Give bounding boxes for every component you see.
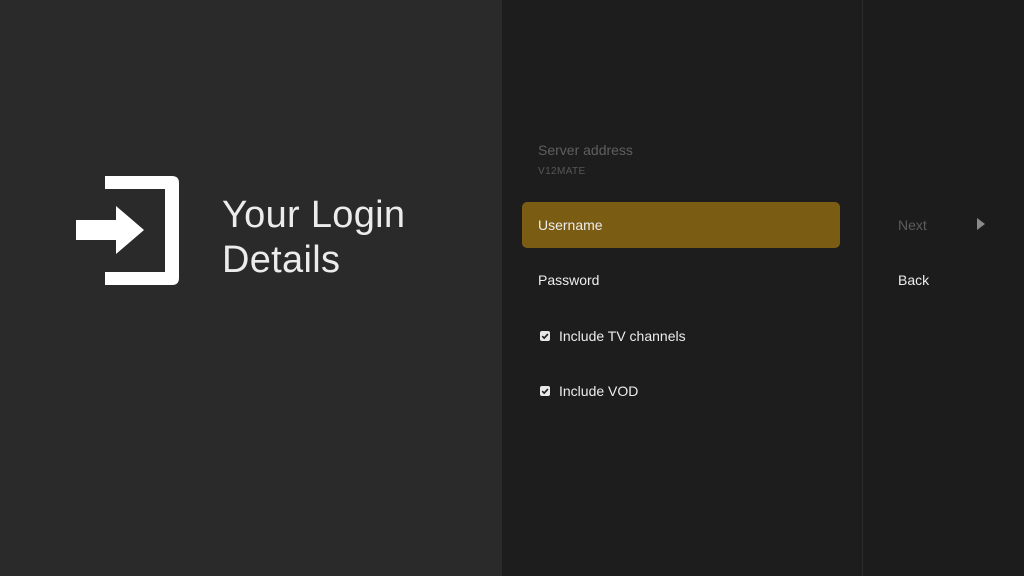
page-title: Your Login Details	[222, 193, 405, 283]
title-panel: Your Login Details	[0, 0, 502, 576]
include-vod-checkbox-row[interactable]: Include VOD	[540, 381, 638, 401]
login-icon	[76, 176, 179, 285]
include-vod-checkbox[interactable]	[540, 386, 550, 396]
page-title-line2: Details	[222, 239, 341, 281]
back-button[interactable]: Back	[898, 269, 998, 291]
checkmark-icon	[541, 388, 549, 395]
server-address-value: V12MATE	[538, 166, 586, 177]
username-label: Username	[538, 217, 603, 233]
server-address-label: Server address	[538, 142, 633, 158]
login-screen: Your Login Details Server address V12MAT…	[0, 0, 1024, 576]
next-label: Next	[898, 217, 927, 233]
password-field[interactable]: Password	[522, 257, 840, 303]
back-label: Back	[898, 272, 930, 288]
include-vod-label: Include VOD	[559, 383, 639, 399]
page-title-line1: Your Login	[222, 194, 406, 236]
include-tv-checkbox-row[interactable]: Include TV channels	[540, 326, 686, 346]
include-tv-checkbox[interactable]	[540, 331, 550, 341]
checkmark-icon	[541, 333, 549, 340]
username-field[interactable]: Username	[522, 202, 840, 248]
include-tv-label: Include TV channels	[559, 328, 686, 344]
arrow-right-icon	[977, 218, 985, 230]
password-label: Password	[538, 272, 600, 288]
